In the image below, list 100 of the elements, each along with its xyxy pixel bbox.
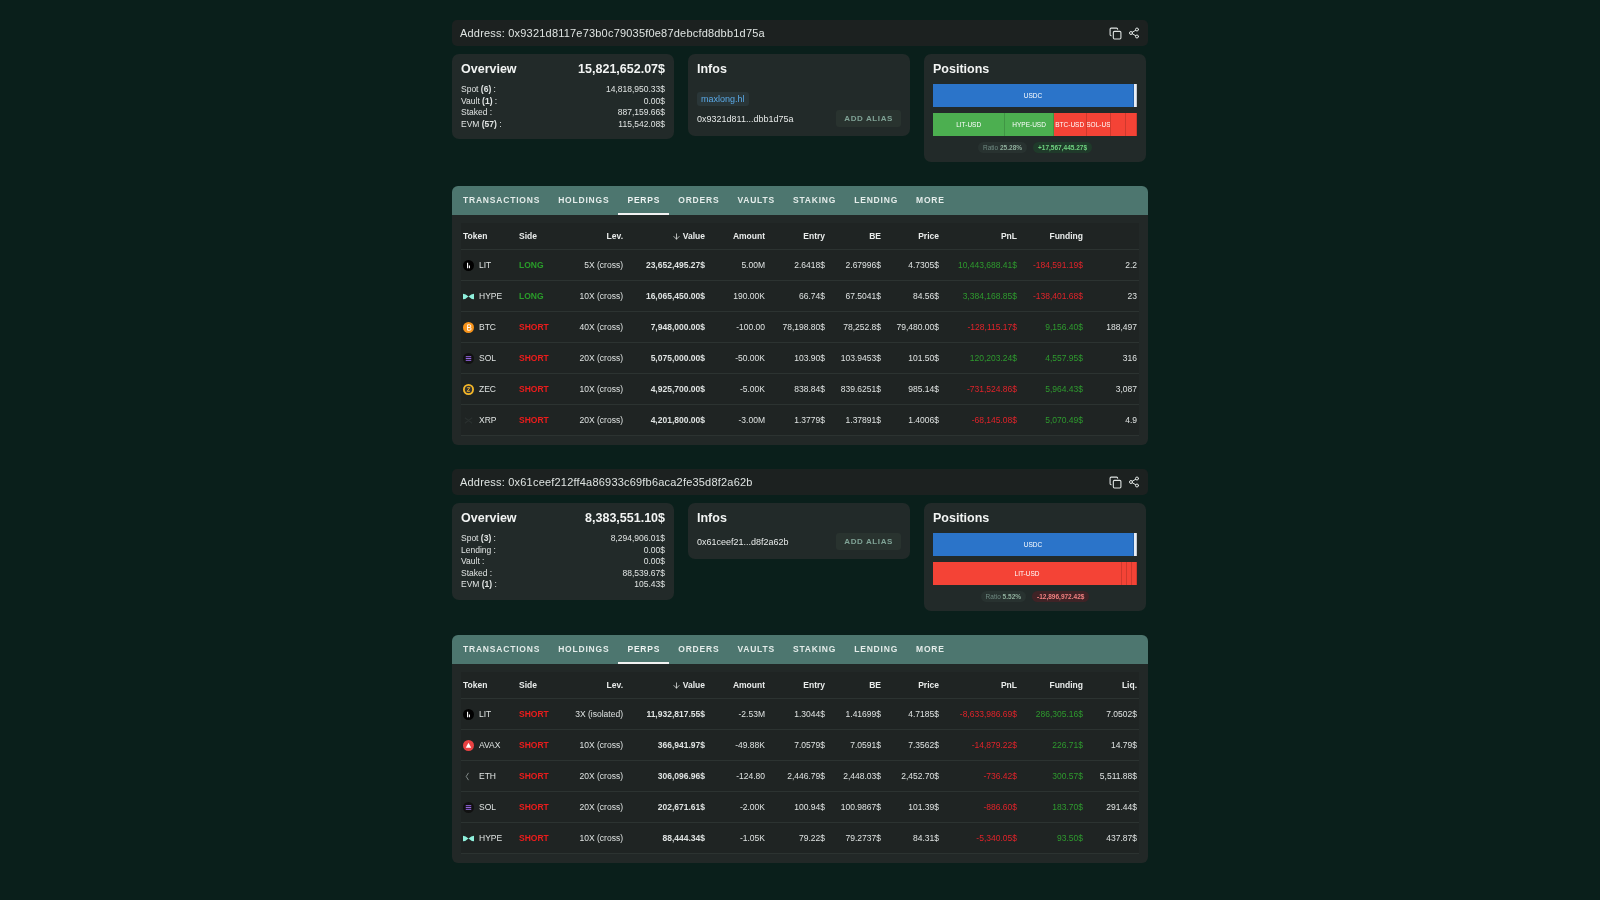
amount-cell: -1.05K: [739, 833, 765, 843]
column-header[interactable]: Amount: [732, 680, 765, 690]
amount-cell: -5.00K: [739, 384, 765, 394]
leverage-cell: 10X (cross): [579, 740, 623, 750]
card-title: Overview: [461, 511, 517, 525]
side-label: SHORT: [519, 802, 549, 812]
column-header[interactable]: PnL: [1000, 231, 1017, 241]
tab[interactable]: ORDERS: [669, 186, 729, 215]
funding-cell: 226.71$: [1052, 740, 1083, 750]
overview-label: Spot (3) :: [461, 533, 496, 545]
funding-cell: 9,156.40$: [1045, 322, 1083, 332]
breakeven-cell: 78,252.8$: [843, 322, 881, 332]
token-name: XRP: [479, 415, 497, 425]
token-name: HYPE: [479, 833, 503, 843]
pnl-cell: -886.60$: [983, 802, 1017, 812]
entry-cell: 2.6418$: [794, 260, 825, 270]
tab[interactable]: STAKING: [783, 186, 846, 215]
column-header[interactable]: BE: [869, 680, 881, 690]
sort-header[interactable]: Value: [671, 231, 705, 241]
value-cell: 4,201,800.00$: [650, 415, 705, 425]
amount-cell: -50.00K: [735, 353, 765, 363]
overview-value: 105.43$: [634, 579, 665, 591]
tab[interactable]: MORE: [907, 186, 954, 215]
price-cell: 4.7185$: [908, 709, 939, 719]
liquidation-cell: 23: [1127, 291, 1137, 301]
token-name: LIT: [479, 260, 492, 270]
overview-label: EVM (57) :: [461, 118, 502, 130]
alias-tag[interactable]: maxlong.hl: [697, 92, 749, 106]
pnl-cell: -68,145.08$: [971, 415, 1017, 425]
tab[interactable]: VAULTS: [728, 635, 784, 664]
column-header[interactable]: Price: [918, 680, 939, 690]
leverage-cell: 5X (cross): [584, 260, 623, 270]
column-header[interactable]: Lev.: [606, 680, 623, 690]
tab[interactable]: TRANSACTIONS: [454, 186, 550, 215]
entry-cell: 79.22$: [799, 833, 825, 843]
tab[interactable]: HOLDINGS: [549, 635, 619, 664]
sort-header[interactable]: Value: [671, 680, 705, 690]
amount-cell: -2.00K: [739, 802, 765, 812]
tab[interactable]: LENDING: [845, 186, 908, 215]
overview-label: Staked :: [461, 107, 493, 119]
token-name: SOL: [479, 353, 496, 363]
breakeven-cell: 100.9867$: [840, 802, 881, 812]
overview-total: 8,383,551.10$: [585, 511, 665, 525]
liquidation-cell: 14.79$: [1111, 740, 1137, 750]
side-label: SHORT: [519, 709, 549, 719]
entry-cell: 66.74$: [799, 291, 825, 301]
share-icon[interactable]: [1128, 476, 1140, 488]
column-header[interactable]: PnL: [1000, 680, 1017, 690]
column-header[interactable]: Token: [463, 680, 488, 690]
funding-cell: 93.50$: [1057, 833, 1083, 843]
copy-icon[interactable]: [1109, 475, 1122, 489]
entry-cell: 103.90$: [794, 353, 825, 363]
column-header[interactable]: Funding: [1049, 680, 1083, 690]
entry-cell: 2,446.79$: [787, 771, 825, 781]
share-icon[interactable]: [1128, 27, 1140, 39]
pnl-cell: 10,443,688.41$: [957, 260, 1017, 270]
breakeven-cell: 67.5041$: [845, 291, 881, 301]
liquidation-cell: 5,511.88$: [1099, 771, 1137, 781]
column-header[interactable]: Entry: [803, 680, 825, 690]
token-icon: [463, 383, 474, 395]
column-header[interactable]: Price: [918, 231, 939, 241]
amount-cell: 5.00M: [741, 260, 765, 270]
add-alias-button[interactable]: ADD ALIAS: [836, 533, 901, 550]
column-header[interactable]: Liq.: [1121, 680, 1137, 690]
column-header[interactable]: Entry: [803, 231, 825, 241]
tab[interactable]: ORDERS: [669, 635, 729, 664]
tab[interactable]: MORE: [907, 635, 954, 664]
column-header[interactable]: Funding: [1049, 231, 1083, 241]
copy-icon[interactable]: [1109, 26, 1122, 40]
tab[interactable]: STAKING: [783, 635, 846, 664]
token-name: BTC: [479, 322, 496, 332]
token-name: ZEC: [479, 384, 496, 394]
column-header[interactable]: Lev.: [606, 231, 623, 241]
column-header[interactable]: Token: [463, 231, 488, 241]
tab[interactable]: HOLDINGS: [549, 186, 619, 215]
amount-cell: 190.00K: [733, 291, 765, 301]
breakeven-cell: 1.37891$: [845, 415, 881, 425]
add-alias-button[interactable]: ADD ALIAS: [836, 110, 901, 127]
tab[interactable]: VAULTS: [728, 186, 784, 215]
tab[interactable]: TRANSACTIONS: [454, 635, 550, 664]
entry-cell: 78,198.80$: [782, 322, 825, 332]
token-name: LIT: [479, 709, 492, 719]
column-header[interactable]: Amount: [732, 231, 765, 241]
liquidation-cell: 3,087: [1115, 384, 1137, 394]
column-header[interactable]: Side: [519, 231, 537, 241]
column-header[interactable]: BE: [869, 231, 881, 241]
price-cell: 101.50$: [908, 353, 939, 363]
pnl-cell: 3,384,168.85$: [962, 291, 1017, 301]
leverage-cell: 3X (isolated): [575, 709, 623, 719]
liquidation-cell: 437.87$: [1106, 833, 1137, 843]
funding-cell: 183.70$: [1052, 802, 1083, 812]
card-title: Infos: [697, 62, 727, 76]
leverage-cell: 20X (cross): [579, 802, 623, 812]
column-header[interactable]: Side: [519, 680, 537, 690]
token-name: SOL: [479, 802, 496, 812]
token-icon: [463, 801, 474, 813]
leverage-cell: 20X (cross): [579, 415, 623, 425]
tab[interactable]: LENDING: [845, 635, 908, 664]
value-cell: 11,932,817.55$: [646, 709, 705, 719]
entry-cell: 100.94$: [794, 802, 825, 812]
